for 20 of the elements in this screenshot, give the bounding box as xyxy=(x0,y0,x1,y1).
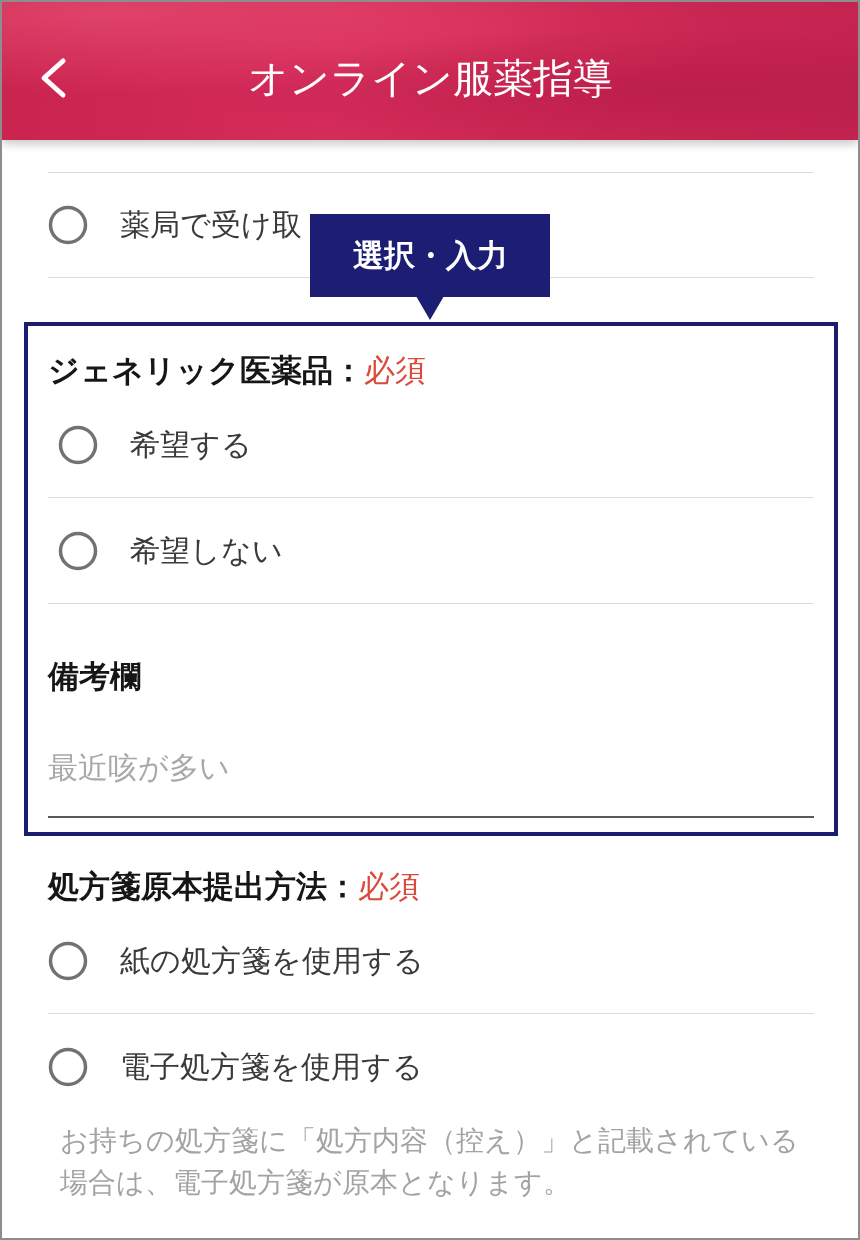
required-label: 必須 xyxy=(358,868,420,904)
section-title: ジェネリック医薬品： xyxy=(48,352,364,388)
section-title: 備考欄 xyxy=(48,658,141,694)
option-label[interactable]: 紙の処方箋を使用する xyxy=(120,938,424,983)
radio-button[interactable] xyxy=(48,940,88,981)
section-title: 処方箋原本提出方法： xyxy=(48,868,358,904)
radio-button[interactable] xyxy=(58,530,98,571)
required-label: 必須 xyxy=(364,352,426,388)
radio-button[interactable] xyxy=(48,1047,88,1087)
remarks-input[interactable]: 最近咳が多い xyxy=(48,746,814,818)
option-label[interactable]: 希望する xyxy=(130,422,252,467)
option-label[interactable]: 希望しない xyxy=(130,528,283,573)
tooltip-pointer xyxy=(416,296,444,320)
page-title: オンライン服薬指導 xyxy=(247,54,613,102)
option-label[interactable]: 薬局で受け取 xyxy=(120,203,302,247)
radio-button[interactable] xyxy=(48,205,88,245)
note-text: お持ちの処方箋に「処方内容（控え）」と記載されている場合は、電子処方箋が原本となります。 xyxy=(59,1123,800,1201)
radio-button[interactable] xyxy=(58,424,98,465)
option-label[interactable]: 電子処方箋を使用する xyxy=(120,1045,423,1089)
callout-tooltip: 選択・入力 xyxy=(310,214,550,297)
